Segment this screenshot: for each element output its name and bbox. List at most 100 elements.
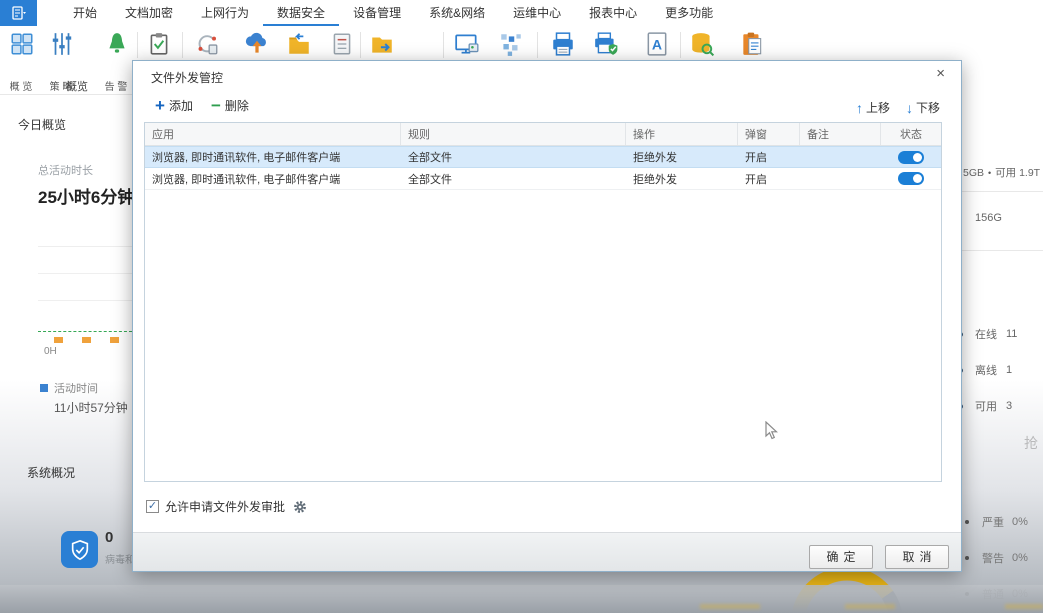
cell-rule: 全部文件	[401, 171, 626, 187]
print-log-button[interactable]	[328, 30, 356, 58]
task-check-button[interactable]	[145, 30, 173, 58]
severity-label: 严重	[982, 514, 1004, 530]
gridline	[38, 273, 132, 274]
clipboard-check-icon	[146, 31, 172, 57]
menu-item[interactable]: 运维中心	[499, 0, 575, 26]
menu-item[interactable]: 设备管理	[339, 0, 415, 26]
virus-label: 病毒和	[105, 551, 132, 566]
toolbar-divider	[137, 32, 138, 58]
tab-overview[interactable]: 概览	[66, 78, 88, 94]
total-activity-value: 25小时6分钟	[38, 183, 134, 208]
clipboard-icon	[739, 31, 765, 57]
column-header[interactable]: 备注	[800, 123, 881, 145]
legend-label: 活动时间	[54, 380, 98, 396]
shield-check-icon	[69, 539, 91, 561]
menu-item[interactable]: 更多功能	[651, 0, 727, 26]
table-actions: + 添加 − 删除	[155, 97, 267, 114]
database-search-icon	[689, 31, 715, 57]
clipboard-record-button[interactable]	[738, 30, 766, 58]
menu-item-label: 开始	[73, 4, 97, 21]
data-marker	[82, 337, 91, 343]
toolbar-item-label: 概 览	[10, 78, 33, 93]
column-header[interactable]: 弹窗	[738, 123, 800, 145]
column-header[interactable]: 状态	[881, 123, 941, 145]
checkbox-checked[interactable]: ✓	[146, 500, 159, 513]
toggle-knob	[913, 153, 922, 162]
status-toggle-on[interactable]	[898, 172, 924, 185]
severity-value: 0%	[1012, 516, 1028, 528]
toolbar-divider	[443, 32, 444, 58]
disk-usage-text: 5GB•可用 1.9T	[963, 165, 1040, 180]
cloud-upload-button[interactable]	[243, 30, 271, 58]
menu-item[interactable]: 开始	[59, 0, 111, 26]
folder-arrow-icon	[369, 31, 395, 57]
main-menu: 开始 文档加密 上网行为 数据安全 设备管理 系统&网络 运维中心 报表中心 更…	[37, 0, 727, 26]
pixel-pattern-icon	[498, 31, 524, 57]
file-outgoing-button[interactable]	[368, 30, 396, 58]
app-menu-button[interactable]	[0, 0, 37, 26]
alert-button[interactable]	[103, 30, 131, 58]
status-toggle-on[interactable]	[898, 151, 924, 164]
severity-label: 警告	[982, 550, 1004, 566]
menu-item[interactable]: 上网行为	[187, 0, 263, 26]
pattern-watermark-button[interactable]	[497, 30, 525, 58]
antivirus-card[interactable]	[61, 531, 98, 568]
move-down-button[interactable]: ↓ 下移	[906, 99, 940, 116]
blurred-content	[700, 604, 760, 609]
background-text-fragment: 抢	[1024, 433, 1038, 453]
approval-option[interactable]: ✓ 允许申请文件外发审批	[146, 498, 307, 515]
document-a-icon: A	[644, 31, 670, 57]
svg-text:A: A	[652, 36, 662, 52]
column-header[interactable]: 应用	[145, 123, 401, 145]
ok-button[interactable]: 确定	[809, 545, 873, 569]
x-axis-tick: 0H	[44, 346, 57, 357]
toolbar-item-label: 告 警	[105, 78, 128, 93]
menu-item[interactable]: 系统&网络	[415, 0, 499, 26]
cell-operation: 拒绝外发	[626, 149, 738, 165]
delete-button[interactable]: − 删除	[211, 97, 249, 114]
column-header[interactable]: 规则	[401, 123, 626, 145]
sliders-icon	[49, 31, 75, 57]
move-up-label: 上移	[866, 99, 890, 116]
minus-icon: −	[211, 97, 221, 114]
data-audit-button[interactable]	[688, 30, 716, 58]
policy-button[interactable]	[48, 30, 76, 58]
dialog-title: 文件外发管控	[151, 69, 223, 86]
print-security-button[interactable]	[592, 30, 620, 58]
column-header[interactable]: 操作	[626, 123, 738, 145]
document-trace-button[interactable]: A	[643, 30, 671, 58]
close-icon[interactable]: ×	[936, 65, 945, 82]
menu-item-label: 上网行为	[201, 4, 249, 21]
screen-watermark-button[interactable]	[453, 30, 481, 58]
table-row[interactable]: 浏览器, 即时通讯软件, 电子邮件客户端 全部文件 拒绝外发 开启	[145, 146, 941, 168]
table-row[interactable]: 浏览器, 即时通讯软件, 电子邮件客户端 全部文件 拒绝外发 开启	[145, 168, 941, 190]
gear-icon[interactable]	[293, 500, 307, 514]
device-stat: 可用 3	[958, 398, 1012, 414]
move-up-button[interactable]: ↑ 上移	[856, 99, 890, 116]
print-control-button[interactable]	[549, 30, 577, 58]
system-overview-heading: 系统概况	[27, 464, 75, 481]
add-label: 添加	[169, 97, 193, 114]
bell-icon	[104, 31, 130, 57]
menu-item-label: 运维中心	[513, 4, 561, 21]
add-button[interactable]: + 添加	[155, 97, 193, 114]
gridline	[38, 300, 132, 301]
sync-button[interactable]	[193, 30, 221, 58]
cancel-button[interactable]: 取消	[885, 545, 949, 569]
approval-label: 允许申请文件外发审批	[165, 498, 285, 515]
folder-restore-button[interactable]	[285, 30, 313, 58]
cell-status	[881, 151, 941, 164]
toolbar-divider	[537, 32, 538, 58]
folder-return-icon	[286, 31, 312, 57]
menu-item[interactable]: 报表中心	[575, 0, 651, 26]
overview-button[interactable]	[8, 30, 36, 58]
menu-item[interactable]: 数据安全	[263, 0, 339, 26]
blurred-content	[845, 604, 895, 609]
today-overview-heading: 今日概览	[18, 116, 66, 133]
menu-item[interactable]: 文档加密	[111, 0, 187, 26]
arrow-up-icon: ↑	[856, 101, 863, 115]
cell-status	[881, 172, 941, 185]
menu-item-label: 系统&网络	[429, 4, 485, 21]
stat-label: 离线	[975, 362, 997, 378]
disk-size: 5GB	[963, 167, 984, 179]
